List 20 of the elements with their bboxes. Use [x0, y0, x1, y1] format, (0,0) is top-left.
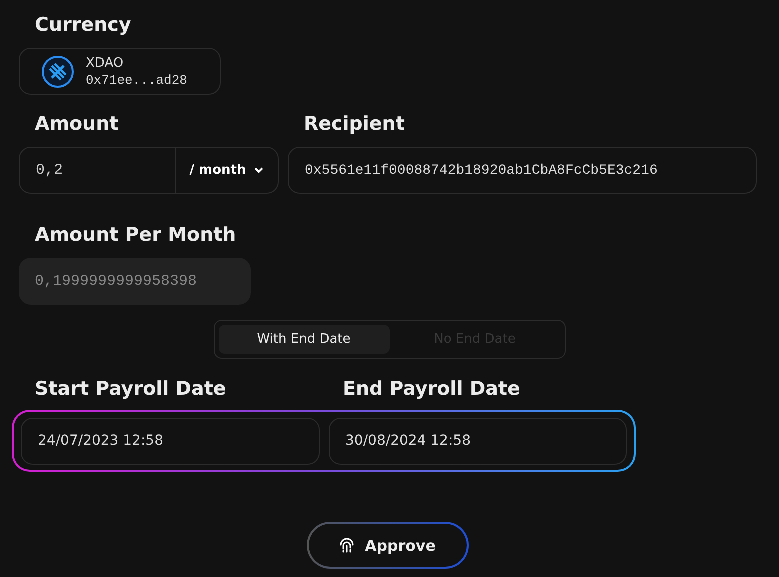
chevron-down-icon [254, 167, 264, 174]
amount-value: 0,2 [20, 148, 176, 193]
section-label: Recipient [303, 112, 406, 137]
start-date-field[interactable]: 24/07/2023 12:58 [21, 418, 320, 464]
end-date-field[interactable]: 30/08/2024 12:58 [328, 418, 627, 464]
section-label: Currency [34, 13, 132, 38]
token-address: 0x71ee...ad28 [86, 72, 188, 88]
token-logo-icon [42, 56, 74, 88]
token-name: XDAO [86, 56, 125, 70]
token-card[interactable]: XDAO 0x71ee...ad28 [19, 48, 221, 95]
period-dropdown[interactable]: / month [176, 148, 278, 193]
section-label: Amount Per Month [34, 223, 238, 248]
approve-button[interactable]: Approve [308, 524, 466, 567]
segment-tab[interactable]: With End Date [218, 325, 390, 354]
section-label: Start Payroll Date [34, 377, 228, 402]
amount-field[interactable]: 0,2 / month [19, 147, 279, 194]
section-label: End Payroll Date [342, 377, 520, 402]
section-label: Amount [34, 112, 120, 137]
recipient-field[interactable]: 0x5561e11f00088742b18920ab1CbA8FcCb5E3c216 [288, 147, 757, 194]
fingerprint-icon [339, 538, 356, 554]
